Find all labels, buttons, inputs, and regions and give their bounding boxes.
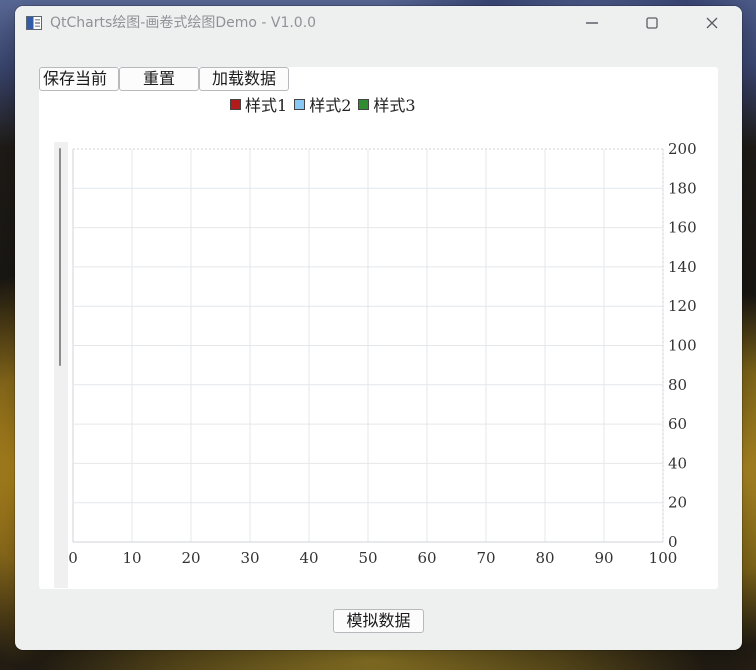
- x-tick-label: 0: [68, 549, 78, 567]
- x-tick-label: 40: [299, 549, 318, 567]
- y-tick-label: 140: [668, 258, 697, 276]
- x-tick-label: 90: [594, 549, 613, 567]
- x-tick-label: 70: [476, 549, 495, 567]
- y-tick-label: 80: [668, 376, 687, 394]
- y-tick-label: 0: [668, 533, 678, 551]
- x-tick-label: 80: [535, 549, 554, 567]
- y-tick-label: 60: [668, 415, 687, 433]
- y-tick-label: 200: [668, 140, 697, 158]
- y-tick-label: 40: [668, 454, 687, 472]
- x-tick-label: 10: [122, 549, 141, 567]
- x-tick-label: 30: [240, 549, 259, 567]
- y-tick-label: 160: [668, 219, 697, 237]
- y-tick-label: 20: [668, 494, 687, 512]
- y-tick-label: 120: [668, 297, 697, 315]
- y-tick-label: 100: [668, 337, 697, 355]
- x-tick-label: 20: [181, 549, 200, 567]
- chart-plot: 0 10 20 30 40 50 60 70 80 90 100020406080100120140…: [68, 140, 697, 567]
- x-tick-label: 50: [358, 549, 377, 567]
- y-tick-label: 180: [668, 179, 697, 197]
- x-tick-label: 60: [417, 549, 436, 567]
- x-tick-label: 100: [649, 549, 678, 567]
